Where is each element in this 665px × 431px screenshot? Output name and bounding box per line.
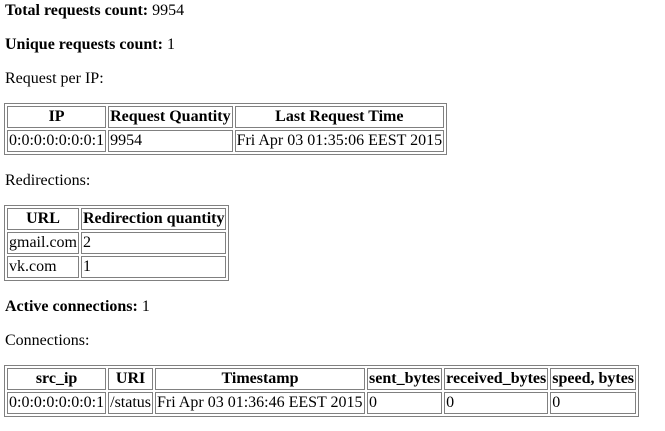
cell-sent-bytes: 0 [367, 392, 443, 414]
total-requests-line: Total requests count: 9954 [5, 2, 184, 20]
table-row: 0:0:0:0:0:0:0:1 /status Fri Apr 03 01:36… [7, 392, 637, 414]
column-header-last-request-time: Last Request Time [234, 106, 445, 128]
cell-ip: 0:0:0:0:0:0:0:1 [7, 130, 107, 152]
total-requests-value: 9954 [152, 2, 185, 19]
column-header-uri: URI [108, 368, 154, 390]
cell-redirection-quantity: 2 [80, 232, 227, 254]
column-header-received-bytes: received_bytes [444, 368, 549, 390]
table-row: 0:0:0:0:0:0:0:1 9954 Fri Apr 03 01:35:06… [7, 130, 445, 152]
cell-src-ip: 0:0:0:0:0:0:0:1 [7, 392, 107, 414]
active-connections-label: Active connections: [5, 298, 138, 315]
table-row: vk.com 1 [7, 256, 227, 278]
request-per-ip-heading: Request per IP: [5, 70, 104, 87]
cell-url: vk.com [7, 256, 79, 278]
connections-table: src_ip URI Timestamp sent_bytes received… [4, 365, 640, 417]
cell-uri: /status [108, 392, 154, 414]
redirections-table: URL Redirection quantity gmail.com 2 vk.… [4, 205, 230, 281]
cell-url: gmail.com [7, 232, 79, 254]
active-connections-value: 1 [141, 298, 150, 315]
active-connections-line: Active connections: 1 [5, 298, 150, 316]
table-row: gmail.com 2 [7, 232, 227, 254]
cell-received-bytes: 0 [444, 392, 549, 414]
connections-heading: Connections: [5, 332, 90, 349]
column-header-src-ip: src_ip [7, 368, 107, 390]
cell-redirection-quantity: 1 [80, 256, 227, 278]
cell-timestamp: Fri Apr 03 01:36:46 EEST 2015 [155, 392, 366, 414]
unique-requests-label: Unique requests count: [5, 36, 163, 53]
cell-last-request-time: Fri Apr 03 01:35:06 EEST 2015 [234, 130, 445, 152]
request-per-ip-table: IP Request Quantity Last Request Time 0:… [4, 103, 448, 155]
unique-requests-line: Unique requests count: 1 [5, 36, 175, 54]
unique-requests-value: 1 [166, 36, 175, 53]
redirections-heading: Redirections: [5, 172, 91, 189]
column-header-speed-bytes: speed, bytes [550, 368, 637, 390]
column-header-request-quantity: Request Quantity [108, 106, 233, 128]
table-header-row: URL Redirection quantity [7, 208, 227, 230]
table-header-row: src_ip URI Timestamp sent_bytes received… [7, 368, 637, 390]
column-header-ip: IP [7, 106, 107, 128]
column-header-url: URL [7, 208, 79, 230]
total-requests-label: Total requests count: [5, 2, 149, 19]
table-header-row: IP Request Quantity Last Request Time [7, 106, 445, 128]
cell-speed-bytes: 0 [550, 392, 637, 414]
column-header-timestamp: Timestamp [155, 368, 366, 390]
column-header-redirection-quantity: Redirection quantity [80, 208, 227, 230]
cell-request-quantity: 9954 [108, 130, 233, 152]
column-header-sent-bytes: sent_bytes [367, 368, 443, 390]
